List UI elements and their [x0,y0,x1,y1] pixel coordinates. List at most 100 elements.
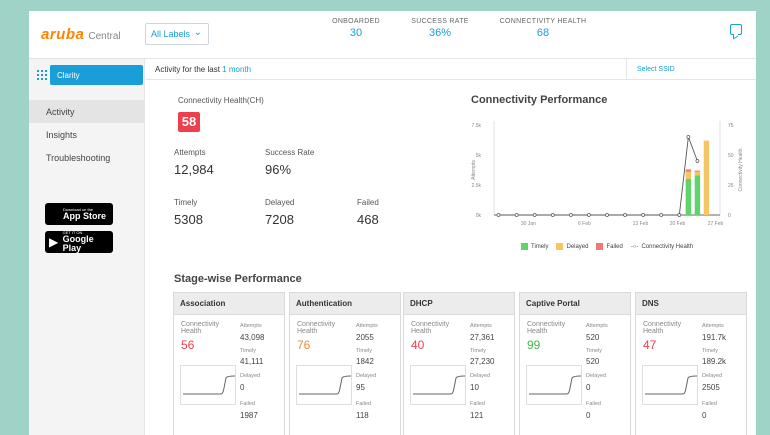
health-line [498,136,698,216]
y-tick-label: 0k [476,213,482,219]
apps-grid-icon[interactable] [37,70,47,80]
stage-ch-value: 99 [527,338,541,352]
stage-ch-label: Connectivity Health [643,321,682,335]
stage-sparkline [296,365,352,405]
stage-card-title: DNS [636,293,746,315]
health-point [695,159,700,163]
timely-label: Timely [174,198,198,207]
health-point [496,213,501,217]
stage-timely-label: Timely [702,348,718,354]
stage-delayed-value: 2505 [702,383,720,392]
google-play-badge[interactable]: ▶ GET IT ON Google Play [45,231,113,253]
chart-title: Connectivity Performance [471,94,608,106]
y2-tick-label: 25 [728,183,734,189]
stage-timely-label: Timely [470,348,486,354]
app-switcher: Clarity [37,65,143,85]
stat-value: 30 [349,27,363,39]
x-tick-label: 13 Feb [633,221,649,227]
legend-swatch [596,243,604,250]
y-tick-label: 2.5k [472,183,482,189]
sidebar-item-insights[interactable]: Insights [29,123,145,146]
clarity-app-button[interactable]: Clarity [50,65,143,85]
stage-card-dhcp[interactable]: DHCP Connectivity Health 40 Attempts 27,361 T… [403,292,515,435]
stage-attempts-label: Attempts [470,323,492,329]
stage-card-captive-portal[interactable]: Captive Portal Connectivity Health 99 Attem… [519,292,631,435]
stage-ch-value: 76 [297,338,311,352]
app-store-badge[interactable]: Download on the App Store [45,203,113,225]
stage-attempts-value: 43,098 [240,333,265,342]
chat-icon[interactable] [730,24,742,35]
y2-axis-label: Connectivity Health [738,148,744,191]
stage-card-dns[interactable]: DNS Connectivity Health 47 Attempts 191.7k Ti… [635,292,747,435]
stage-sparkline [642,365,698,405]
stage-card-title: DHCP [404,293,514,315]
stage-delayed-label: Delayed [356,373,377,379]
stage-card-association[interactable]: Association Connectivity Health 56 Attempts… [173,292,285,435]
x-tick-label: 20 Feb [670,221,686,227]
stage-failed-value: 0 [586,411,591,420]
stage-failed-value: 1987 [240,411,258,420]
sidebar-item-activity[interactable]: Activity [29,100,145,123]
stage-ch-label: Connectivity Health [181,321,220,335]
ch-score-badge: 58 [178,112,200,132]
stage-timely-value: 1842 [356,357,374,366]
stage-timely-label: Timely [240,348,256,354]
stat-label: SUCCESS RATE [411,18,469,25]
attempts-value: 12,984 [174,162,214,177]
legend-label: Connectivity Health [641,243,694,250]
stage-delayed-value: 95 [356,383,365,392]
bar-segment-delayed [685,171,692,179]
failed-value: 468 [357,212,379,227]
timely-value: 5308 [174,212,203,227]
ssid-select[interactable]: Select SSID [626,59,756,80]
stage-sparkline [526,365,582,405]
stagewise-title: Stage-wise Performance [174,273,302,285]
health-point [677,213,682,217]
health-point [605,213,609,217]
stage-timely-value: 41,111 [240,357,264,366]
sparkline-path [645,375,698,395]
sidebar-item-troubleshooting[interactable]: Troubleshooting [29,146,145,169]
aruba-logo[interactable]: aruba Central [41,26,121,43]
main-content: Activity for the last 1 month Select SSI… [146,59,756,435]
stage-failed-label: Failed [586,401,601,407]
sparkline-path [413,375,466,395]
stage-card-authentication[interactable]: Authentication Connectivity Health 76 Attem… [289,292,401,435]
stage-failed-value: 118 [356,411,369,420]
stat-connectivity-health: CONNECTIVITY HEALTH 68 [493,18,593,39]
stat-label: ONBOARDED [332,18,380,25]
stat-onboarded: ONBOARDED 30 [321,18,391,39]
sidebar: Clarity Activity Insights Troubleshootin… [29,59,145,435]
x-tick-label: 27 Feb [708,221,724,227]
stage-delayed-value: 0 [586,383,591,392]
stage-attempts-value: 191.7k [702,333,727,342]
stage-failed-value: 121 [470,411,484,420]
health-point [641,213,646,217]
stage-ch-value: 40 [411,338,425,352]
legend-swatch [521,243,528,250]
time-range-link[interactable]: 1 month [222,65,251,74]
success-rate-label: Success Rate [265,148,315,157]
stage-ch-label: Connectivity Health [527,321,566,335]
bar-segment-delayed [703,140,710,215]
chevron-down-icon: ⌄ [193,27,202,38]
health-point [568,213,573,217]
sparkline-svg [413,375,466,395]
labels-dropdown[interactable]: All Labels ⌄ [145,23,209,45]
y2-tick-label: 75 [728,123,734,129]
play-icon: ▶ [49,235,59,249]
stat-value: 36% [428,27,452,39]
health-point [659,213,664,217]
time-range-bar: Activity for the last 1 month Select SSI… [146,59,756,80]
failed-label: Failed [357,198,379,207]
stage-timely-label: Timely [586,348,602,354]
delayed-label: Delayed [265,198,295,207]
bar-segment-failed [685,169,692,172]
connectivity-performance-chart: 0k 2.5k 5k 7.5k 0 25 50 75 Attempts Connectivity … [471,121,744,227]
stage-ch-label: Connectivity Health [297,321,336,335]
stage-attempts-value: 520 [586,333,600,342]
activity-range-label: Activity for the last 1 month [155,65,251,74]
y-tick-label: 7.5k [472,123,482,129]
sparkline-svg [299,375,352,395]
ch-label: Connectivity Health(CH) [178,96,264,105]
